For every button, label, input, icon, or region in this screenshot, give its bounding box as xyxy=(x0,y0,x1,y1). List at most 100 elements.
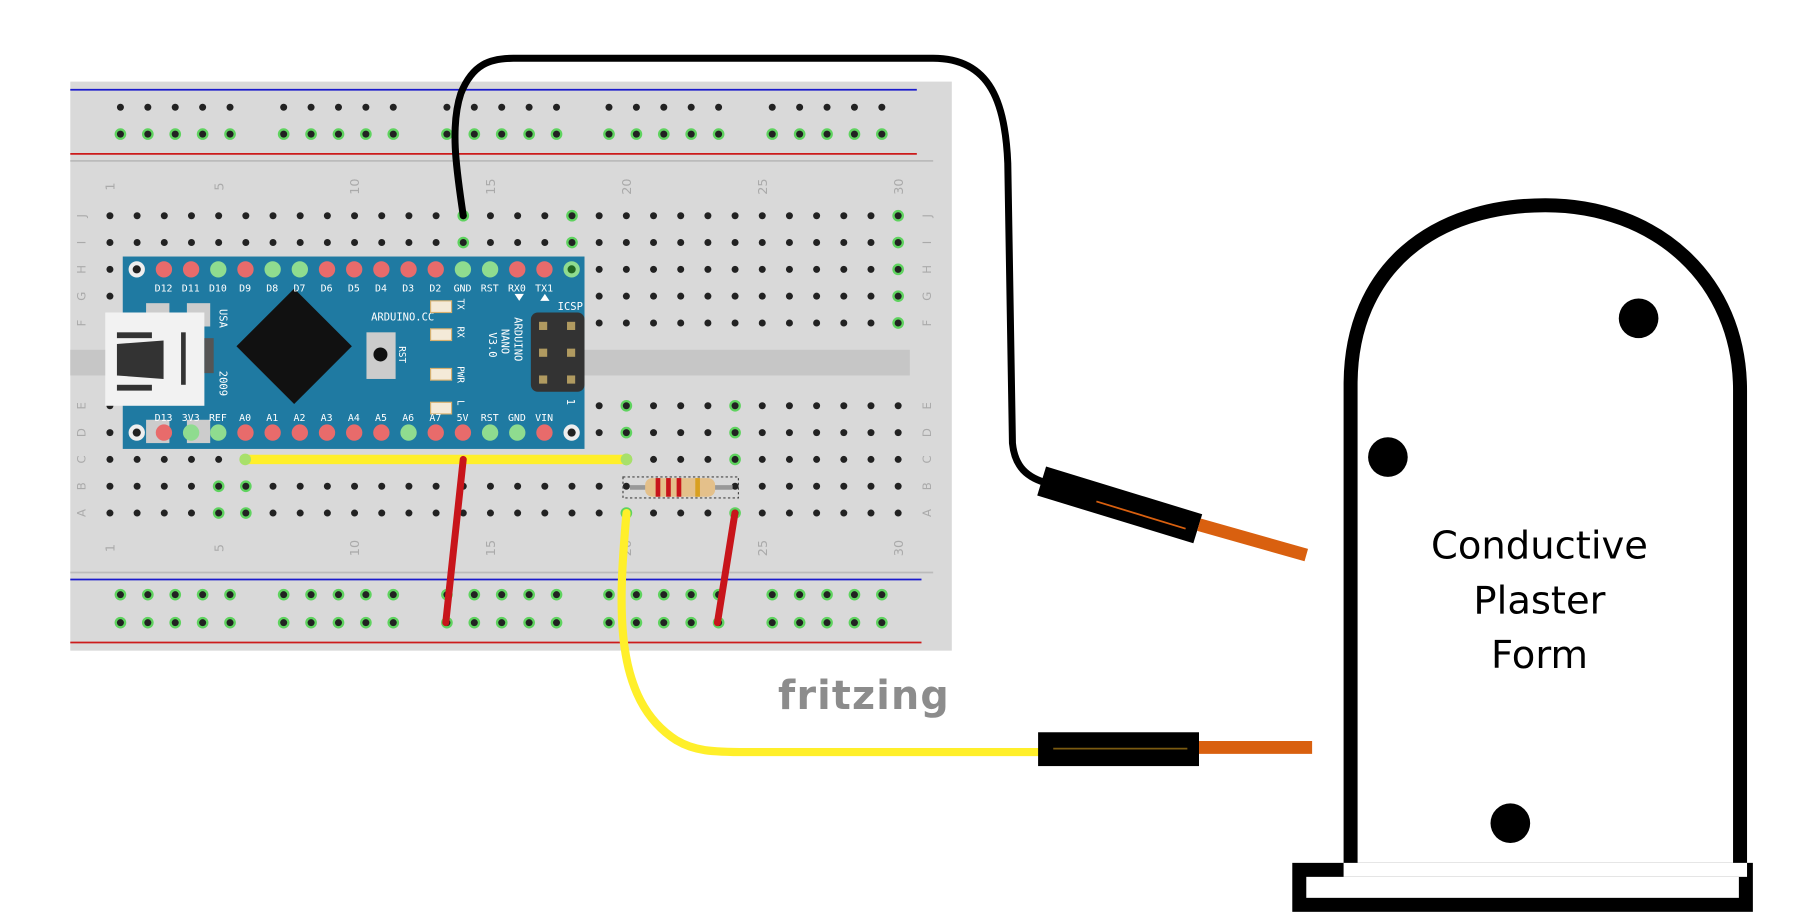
breadboard-hole[interactable] xyxy=(240,507,252,519)
breadboard-hole[interactable] xyxy=(468,128,481,140)
nano-pin[interactable] xyxy=(210,261,227,278)
breadboard-hole[interactable] xyxy=(650,402,658,410)
breadboard-hole[interactable] xyxy=(785,239,793,247)
breadboard-hole[interactable] xyxy=(334,103,342,111)
breadboard-hole[interactable] xyxy=(486,239,494,247)
breadboard-hole[interactable] xyxy=(840,212,848,220)
nano-pin[interactable] xyxy=(563,424,580,441)
breadboard-hole[interactable] xyxy=(768,103,776,111)
breadboard-hole[interactable] xyxy=(160,212,168,220)
breadboard-hole[interactable] xyxy=(114,128,127,140)
breadboard-hole[interactable] xyxy=(141,128,154,140)
breadboard-hole[interactable] xyxy=(332,616,345,629)
breadboard-hole[interactable] xyxy=(470,103,478,111)
breadboard-hole[interactable] xyxy=(405,212,413,220)
breadboard-hole[interactable] xyxy=(867,212,875,220)
nano-pin[interactable] xyxy=(536,261,553,278)
breadboard-hole[interactable] xyxy=(133,239,141,247)
breadboard-hole[interactable] xyxy=(595,402,603,410)
breadboard-hole[interactable] xyxy=(187,509,195,517)
breadboard-hole[interactable] xyxy=(160,239,168,247)
nano-pin[interactable] xyxy=(454,261,472,278)
breadboard-hole[interactable] xyxy=(840,455,848,463)
breadboard-hole[interactable] xyxy=(541,509,549,517)
breadboard-hole[interactable] xyxy=(704,319,712,327)
breadboard-hole[interactable] xyxy=(821,588,833,601)
breadboard-hole[interactable] xyxy=(405,509,413,517)
breadboard-hole[interactable] xyxy=(305,616,317,629)
breadboard-hole[interactable] xyxy=(332,588,345,601)
breadboard-hole[interactable] xyxy=(441,128,453,140)
nano-pin[interactable] xyxy=(264,261,281,278)
breadboard-hole[interactable] xyxy=(677,429,685,437)
breadboard-hole[interactable] xyxy=(378,239,386,247)
breadboard-hole[interactable] xyxy=(269,482,277,490)
breadboard-hole[interactable] xyxy=(486,212,494,220)
breadboard-hole[interactable] xyxy=(133,455,141,463)
breadboard-hole[interactable] xyxy=(106,429,114,437)
breadboard-hole[interactable] xyxy=(729,426,741,439)
nano-pin[interactable] xyxy=(182,261,200,278)
nano-pin[interactable] xyxy=(155,261,173,278)
breadboard-hole[interactable] xyxy=(169,588,182,601)
breadboard-hole[interactable] xyxy=(677,455,685,463)
nano-pin[interactable] xyxy=(291,261,308,278)
breadboard-hole[interactable] xyxy=(360,588,372,601)
breadboard-hole[interactable] xyxy=(486,482,494,490)
breadboard-hole[interactable] xyxy=(704,265,712,273)
breadboard-hole[interactable] xyxy=(196,128,209,140)
breadboard-hole[interactable] xyxy=(729,453,741,466)
breadboard-hole[interactable] xyxy=(296,239,304,247)
breadboard-hole[interactable] xyxy=(650,292,658,300)
breadboard-hole[interactable] xyxy=(212,507,225,519)
breadboard-hole[interactable] xyxy=(848,616,861,629)
breadboard-hole[interactable] xyxy=(106,212,114,220)
breadboard-hole[interactable] xyxy=(650,429,658,437)
breadboard-hole[interactable] xyxy=(785,292,793,300)
breadboard-hole[interactable] xyxy=(351,482,359,490)
breadboard-hole[interactable] xyxy=(848,128,861,140)
breadboard-hole[interactable] xyxy=(432,509,440,517)
arduino-nano[interactable]: USA 2009 RST ARDUINO.CC TX RX PWR L ARDUINO… xyxy=(105,256,585,449)
breadboard-hole[interactable] xyxy=(867,265,875,273)
breadboard-hole[interactable] xyxy=(457,236,470,249)
breadboard-hole[interactable] xyxy=(840,292,848,300)
breadboard-hole[interactable] xyxy=(187,239,195,247)
breadboard-hole[interactable] xyxy=(169,128,182,140)
breadboard-hole[interactable] xyxy=(677,212,685,220)
breadboard-hole[interactable] xyxy=(362,103,370,111)
breadboard-hole[interactable] xyxy=(731,482,739,490)
nano-pin[interactable] xyxy=(427,261,444,278)
breadboard-hole[interactable] xyxy=(876,588,888,601)
nano-pin[interactable] xyxy=(563,261,580,278)
breadboard-hole[interactable] xyxy=(677,265,685,273)
breadboard-hole[interactable] xyxy=(704,455,712,463)
breadboard-hole[interactable] xyxy=(405,239,413,247)
breadboard-hole[interactable] xyxy=(840,509,848,517)
breadboard-hole[interactable] xyxy=(712,128,725,140)
yellow-wire-end[interactable] xyxy=(620,453,633,466)
breadboard-hole[interactable] xyxy=(867,482,875,490)
breadboard-hole[interactable] xyxy=(226,103,234,111)
breadboard-hole[interactable] xyxy=(595,429,603,437)
breadboard-hole[interactable] xyxy=(133,212,141,220)
breadboard-hole[interactable] xyxy=(894,482,902,490)
breadboard-hole[interactable] xyxy=(894,402,902,410)
breadboard-hole[interactable] xyxy=(468,588,481,601)
breadboard-hole[interactable] xyxy=(323,509,331,517)
nano-pin[interactable] xyxy=(373,424,390,441)
breadboard-hole[interactable] xyxy=(622,319,630,327)
breadboard-hole[interactable] xyxy=(351,212,359,220)
breadboard-hole[interactable] xyxy=(387,128,400,140)
breadboard-hole[interactable] xyxy=(141,588,154,601)
breadboard-hole[interactable] xyxy=(242,239,250,247)
breadboard-hole[interactable] xyxy=(867,319,875,327)
breadboard-hole[interactable] xyxy=(793,588,806,601)
breadboard-hole[interactable] xyxy=(280,103,288,111)
breadboard-hole[interactable] xyxy=(729,399,741,412)
breadboard-hole[interactable] xyxy=(432,482,440,490)
breadboard-hole[interactable] xyxy=(813,319,821,327)
breadboard-hole[interactable] xyxy=(566,209,578,222)
breadboard-hole[interactable] xyxy=(892,209,904,222)
breadboard-hole[interactable] xyxy=(603,588,615,601)
